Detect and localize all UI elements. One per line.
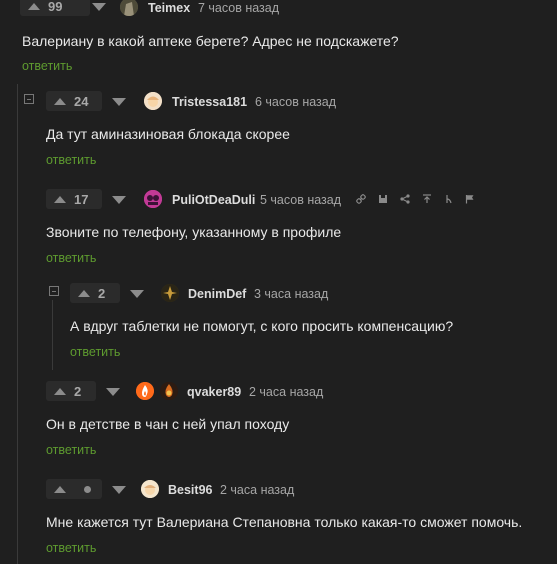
branch-icon[interactable] xyxy=(444,194,454,204)
vote-count: 2 xyxy=(74,383,82,399)
timestamp[interactable]: 6 часов назад xyxy=(255,95,336,109)
vote-widget: 2 xyxy=(46,381,96,401)
avatar[interactable] xyxy=(144,190,162,208)
timestamp[interactable]: 3 часа назад xyxy=(254,287,328,301)
avatar[interactable] xyxy=(160,382,178,400)
collapse-toggle[interactable] xyxy=(24,94,34,104)
upvote-icon[interactable] xyxy=(54,195,66,203)
vote-widget: 2 xyxy=(70,283,120,303)
vote-count: 2 xyxy=(98,285,106,301)
upvote-icon[interactable] xyxy=(54,485,66,493)
vote-hidden-dot-icon xyxy=(84,485,91,493)
comment-text: Он в детстве в чан с ней упал походу xyxy=(46,416,290,432)
thread-guide-line xyxy=(52,300,53,370)
vote-widget xyxy=(46,479,102,499)
username[interactable]: PuliOtDeaDuli xyxy=(172,193,255,207)
username[interactable]: DenimDef xyxy=(188,287,246,301)
vote-count: 24 xyxy=(74,93,89,109)
timestamp[interactable]: 2 часа назад xyxy=(249,385,323,399)
vote-count: 17 xyxy=(74,191,89,207)
reply-link[interactable]: ответить xyxy=(22,59,72,73)
downvote-icon[interactable] xyxy=(106,388,120,396)
avatar[interactable] xyxy=(141,480,159,498)
comment-text: Мне кажется тут Валериана Степановна тол… xyxy=(46,514,523,530)
upvote-icon[interactable] xyxy=(78,289,90,297)
collapse-toggle[interactable] xyxy=(49,286,59,296)
upvote-icon[interactable] xyxy=(54,97,66,105)
thread-guide-line xyxy=(17,84,18,564)
timestamp[interactable]: 2 часа назад xyxy=(220,483,294,497)
up-arrow-icon[interactable] xyxy=(422,194,432,204)
save-icon[interactable] xyxy=(378,194,388,204)
downvote-icon[interactable] xyxy=(112,196,126,204)
timestamp[interactable]: 7 часов назад xyxy=(198,1,279,15)
share-icon[interactable] xyxy=(400,194,410,204)
downvote-icon[interactable] xyxy=(92,3,106,11)
fire-badge-icon xyxy=(136,382,154,400)
avatar[interactable] xyxy=(161,284,179,302)
vote-count: 99 xyxy=(48,0,63,14)
downvote-icon[interactable] xyxy=(130,290,144,298)
username[interactable]: qvaker89 xyxy=(187,385,241,399)
username[interactable]: Teimex xyxy=(148,1,190,15)
downvote-icon[interactable] xyxy=(112,98,126,106)
upvote-icon[interactable] xyxy=(54,387,66,395)
avatar[interactable] xyxy=(120,0,138,16)
downvote-icon[interactable] xyxy=(112,486,126,494)
comment-text: Валериану в какой аптеке берете? Адрес н… xyxy=(22,33,399,49)
timestamp[interactable]: 5 часов назад xyxy=(260,193,341,207)
comment-text: Звоните по телефону, указанному в профил… xyxy=(46,224,342,240)
reply-link[interactable]: ответить xyxy=(70,345,120,359)
username[interactable]: Besit96 xyxy=(168,483,212,497)
reply-link[interactable]: ответить xyxy=(46,251,96,265)
vote-widget: 17 xyxy=(46,189,102,209)
link-icon[interactable] xyxy=(356,194,366,204)
upvote-icon[interactable] xyxy=(28,2,40,10)
avatar[interactable] xyxy=(144,92,162,110)
reply-link[interactable]: ответить xyxy=(46,153,96,167)
username[interactable]: Tristessa181 xyxy=(172,95,247,109)
comment-text: А вдруг таблетки не помогут, с кого прос… xyxy=(70,318,454,334)
comment-text: Да тут аминазиновая блокада скорее xyxy=(46,126,290,142)
reply-link[interactable]: ответить xyxy=(46,541,96,555)
flag-icon[interactable] xyxy=(465,194,475,204)
vote-widget: 99 xyxy=(20,0,90,16)
vote-widget: 24 xyxy=(46,91,102,111)
reply-link[interactable]: ответить xyxy=(46,443,96,457)
